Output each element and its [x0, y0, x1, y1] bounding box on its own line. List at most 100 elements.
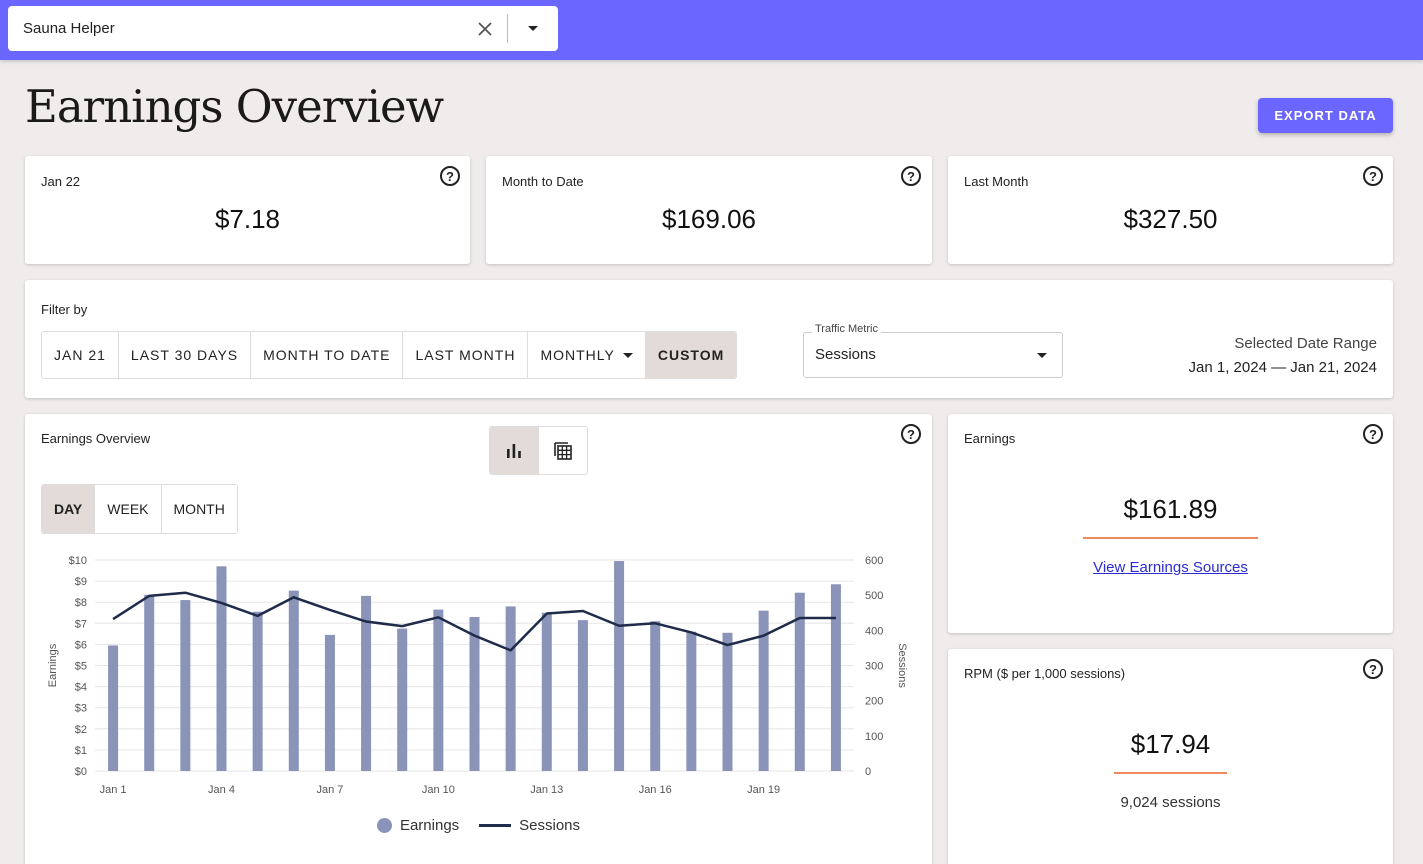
y2-tick-label: 400 [865, 625, 883, 637]
period-day[interactable]: DAY [42, 485, 96, 533]
value-underline [1114, 772, 1227, 774]
filter-option-last-month[interactable]: LAST MONTH [403, 332, 529, 378]
legend-swatch-sessions [479, 824, 512, 827]
y2-tick-label: 200 [865, 696, 883, 708]
summary-card-month-to-date: Month to Date ? $169.06 [486, 156, 932, 264]
site-select-value: Sauna Helper [23, 20, 115, 37]
earnings-bar [469, 616, 480, 771]
y-axis-label: Earnings [47, 643, 59, 687]
table-icon[interactable] [538, 427, 587, 474]
export-data-button[interactable]: EXPORT DATA [1258, 98, 1393, 133]
period-week[interactable]: WEEK [95, 485, 162, 533]
earnings-bar [180, 600, 191, 771]
earnings-card: Earnings ? $161.89 View Earnings Sources [948, 414, 1393, 633]
y-tick-label: $0 [75, 766, 87, 778]
summary-card-label: Last Month [964, 174, 1029, 189]
rpm-sessions-count: 9,024 sessions [1120, 794, 1221, 811]
traffic-metric-label: Traffic Metric [812, 323, 881, 335]
x-tick-label: Jan 19 [747, 784, 780, 796]
legend-label-sessions: Sessions [519, 817, 581, 834]
earnings-bar [830, 584, 841, 771]
y-tick-label: $5 [75, 661, 87, 673]
caret-down-icon [1037, 353, 1047, 358]
earnings-card-label: Earnings [964, 431, 1016, 446]
summary-card-value: $169.06 [662, 204, 756, 234]
y-tick-label: $10 [69, 555, 87, 567]
legend-item-earnings[interactable]: Earnings [376, 817, 460, 834]
period-month[interactable]: MONTH [161, 485, 237, 533]
y2-tick-label: 100 [865, 731, 883, 743]
earnings-bar [433, 609, 444, 771]
earnings-bar [505, 606, 516, 771]
earnings-bar [541, 612, 552, 771]
x-tick-label: Jan 16 [639, 784, 672, 796]
y-tick-label: $1 [75, 745, 87, 757]
traffic-metric-select[interactable]: Traffic Metric Sessions [803, 323, 1063, 378]
summary-card-value: $7.18 [214, 204, 281, 234]
y-tick-label: $8 [75, 597, 87, 609]
earnings-bar [216, 566, 227, 771]
chart-legend: Earnings Sessions [25, 817, 932, 834]
filter-option-last-30-days[interactable]: LAST 30 DAYS [118, 332, 252, 378]
help-icon[interactable]: ? [1363, 659, 1383, 679]
legend-label-earnings: Earnings [399, 817, 460, 834]
filter-option-monthly[interactable]: MONTHLY [528, 332, 646, 378]
help-icon[interactable]: ? [1363, 424, 1383, 444]
date-range-title: Selected Date Range [1234, 335, 1377, 352]
y2-tick-label: 0 [865, 766, 871, 778]
period-toggle: DAY WEEK MONTH [41, 484, 238, 534]
filter-option-month-to-date[interactable]: MONTH TO DATE [251, 332, 404, 378]
x-tick-label: Jan 4 [208, 784, 235, 796]
earnings-overview-card: Earnings Overview ? DAY WEEK MONTH $0 $1 $… [25, 414, 932, 864]
filter-option-custom[interactable]: CUSTOM [645, 332, 737, 378]
chart-card-title: Earnings Overview [41, 431, 151, 446]
page-title: Earnings Overview [25, 80, 444, 133]
earnings-bar [397, 628, 408, 771]
y-tick-label: $3 [75, 703, 87, 715]
date-range-value: Jan 1, 2024 — Jan 21, 2024 [1188, 359, 1377, 376]
earnings-bar [144, 594, 155, 771]
legend-item-sessions[interactable]: Sessions [479, 817, 580, 834]
earnings-bar [108, 645, 119, 771]
view-earnings-sources-link[interactable]: View Earnings Sources [948, 559, 1393, 576]
clear-icon[interactable] [463, 6, 507, 51]
y-tick-label: $2 [75, 724, 87, 736]
view-toggle [489, 426, 588, 475]
earnings-bar [614, 561, 625, 771]
y-tick-label: $9 [75, 576, 87, 588]
bar-chart-icon[interactable] [490, 427, 539, 474]
earnings-bar [252, 611, 263, 771]
summary-card-label: Month to Date [502, 174, 584, 189]
earnings-bar [324, 634, 335, 771]
filter-option-jan-21[interactable]: JAN 21 [42, 332, 119, 378]
chevron-down-icon[interactable] [508, 6, 558, 51]
x-tick-label: Jan 10 [422, 784, 455, 796]
help-icon[interactable]: ? [1363, 166, 1383, 186]
traffic-metric-value: Sessions [815, 346, 876, 363]
summary-card-today: Jan 22 ? $7.18 [25, 156, 470, 264]
x-tick-label: Jan 1 [100, 784, 127, 796]
y-tick-label: $6 [75, 639, 87, 651]
summary-card-last-month: Last Month ? $327.50 [948, 156, 1393, 264]
filter-card: Filter by JAN 21 LAST 30 DAYS MONTH TO D… [25, 280, 1393, 398]
legend-swatch-earnings [376, 818, 392, 833]
caret-down-icon [622, 352, 633, 358]
summary-card-value: $327.50 [1123, 204, 1218, 234]
site-select[interactable]: Sauna Helper [8, 6, 558, 51]
x-tick-label: Jan 13 [530, 784, 563, 796]
filter-label: Filter by [41, 302, 88, 317]
earnings-bar [577, 620, 588, 771]
summary-card-label: Jan 22 [41, 174, 81, 189]
rpm-card-label: RPM ($ per 1,000 sessions) [964, 666, 1126, 681]
rpm-card-value: $17.94 [1130, 729, 1211, 759]
value-underline [1083, 537, 1258, 539]
filter-option-monthly-label: MONTHLY [540, 347, 615, 363]
earnings-card-value: $161.89 [1123, 494, 1218, 524]
filter-options: JAN 21 LAST 30 DAYS MONTH TO DATE LAST M… [41, 331, 738, 379]
earnings-bar [722, 632, 733, 771]
y-tick-label: $7 [75, 618, 87, 630]
help-icon[interactable]: ? [901, 166, 921, 186]
earnings-bar [288, 590, 299, 771]
help-icon[interactable]: ? [901, 424, 921, 444]
help-icon[interactable]: ? [440, 166, 460, 186]
